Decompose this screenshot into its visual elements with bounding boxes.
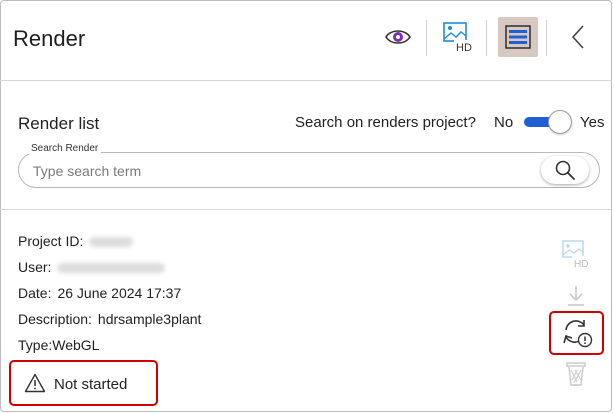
collapse-button[interactable] (558, 17, 598, 57)
project-id-label: Project ID: (18, 233, 84, 249)
type-value: WebGL (52, 337, 100, 353)
eye-icon (385, 30, 411, 44)
header-divider (426, 20, 427, 56)
download-button[interactable] (562, 282, 590, 310)
status-badge: Not started (9, 360, 158, 406)
project-id-redacted (89, 237, 134, 248)
render-hd-item-button[interactable]: HD (558, 238, 594, 270)
date-label: Date: (18, 285, 52, 301)
trash-icon (566, 362, 586, 386)
page-title: Render (13, 26, 86, 51)
download-icon (568, 286, 584, 306)
rerender-button[interactable] (558, 315, 596, 351)
type-label: Type: (18, 337, 53, 353)
date-row: Date: 26 June 2024 17:37 (18, 285, 181, 301)
type-row: Type:WebGL (18, 337, 99, 353)
description-label: Description: (18, 311, 92, 327)
toggle-no-label: No (494, 114, 514, 131)
project-id-row: Project ID: (18, 233, 134, 249)
chevron-left-icon (571, 25, 584, 49)
toggle-question: Search on renders project? (295, 114, 476, 131)
search-input[interactable] (33, 161, 513, 181)
render-list-button[interactable] (498, 17, 538, 57)
status-text: Not started (54, 376, 128, 393)
user-redacted (57, 263, 166, 274)
refresh-warning-icon (563, 320, 593, 348)
user-label: User: (18, 259, 52, 275)
image-hd-icon: HD (443, 22, 474, 54)
search-box (18, 152, 600, 188)
date-value: 26 June 2024 17:37 (57, 285, 182, 301)
toggle-knob (548, 110, 572, 134)
description-value: hdrsample3plant (97, 311, 202, 327)
toggle-yes-label: Yes (580, 114, 605, 131)
user-row: User: (18, 259, 166, 275)
header: Render HD (0, 0, 612, 81)
image-hd-icon: HD (562, 240, 591, 269)
search-renders-toggle[interactable] (524, 110, 572, 134)
header-divider (546, 20, 547, 56)
delete-button[interactable] (563, 360, 589, 388)
render-list-title: Render list (18, 114, 100, 133)
divider (0, 209, 612, 210)
render-hd-button[interactable]: HD (438, 17, 478, 57)
preview-button[interactable] (378, 17, 418, 57)
description-row: Description: hdrsample3plant (18, 311, 201, 327)
hd-item-badge-text: HD (574, 259, 588, 269)
warning-icon (24, 373, 46, 393)
search-button[interactable] (541, 156, 589, 184)
header-divider (486, 20, 487, 56)
search-icon (555, 160, 575, 180)
hd-badge-text: HD (456, 42, 472, 54)
list-icon (505, 25, 531, 49)
search-legend: Search Render (28, 143, 102, 154)
